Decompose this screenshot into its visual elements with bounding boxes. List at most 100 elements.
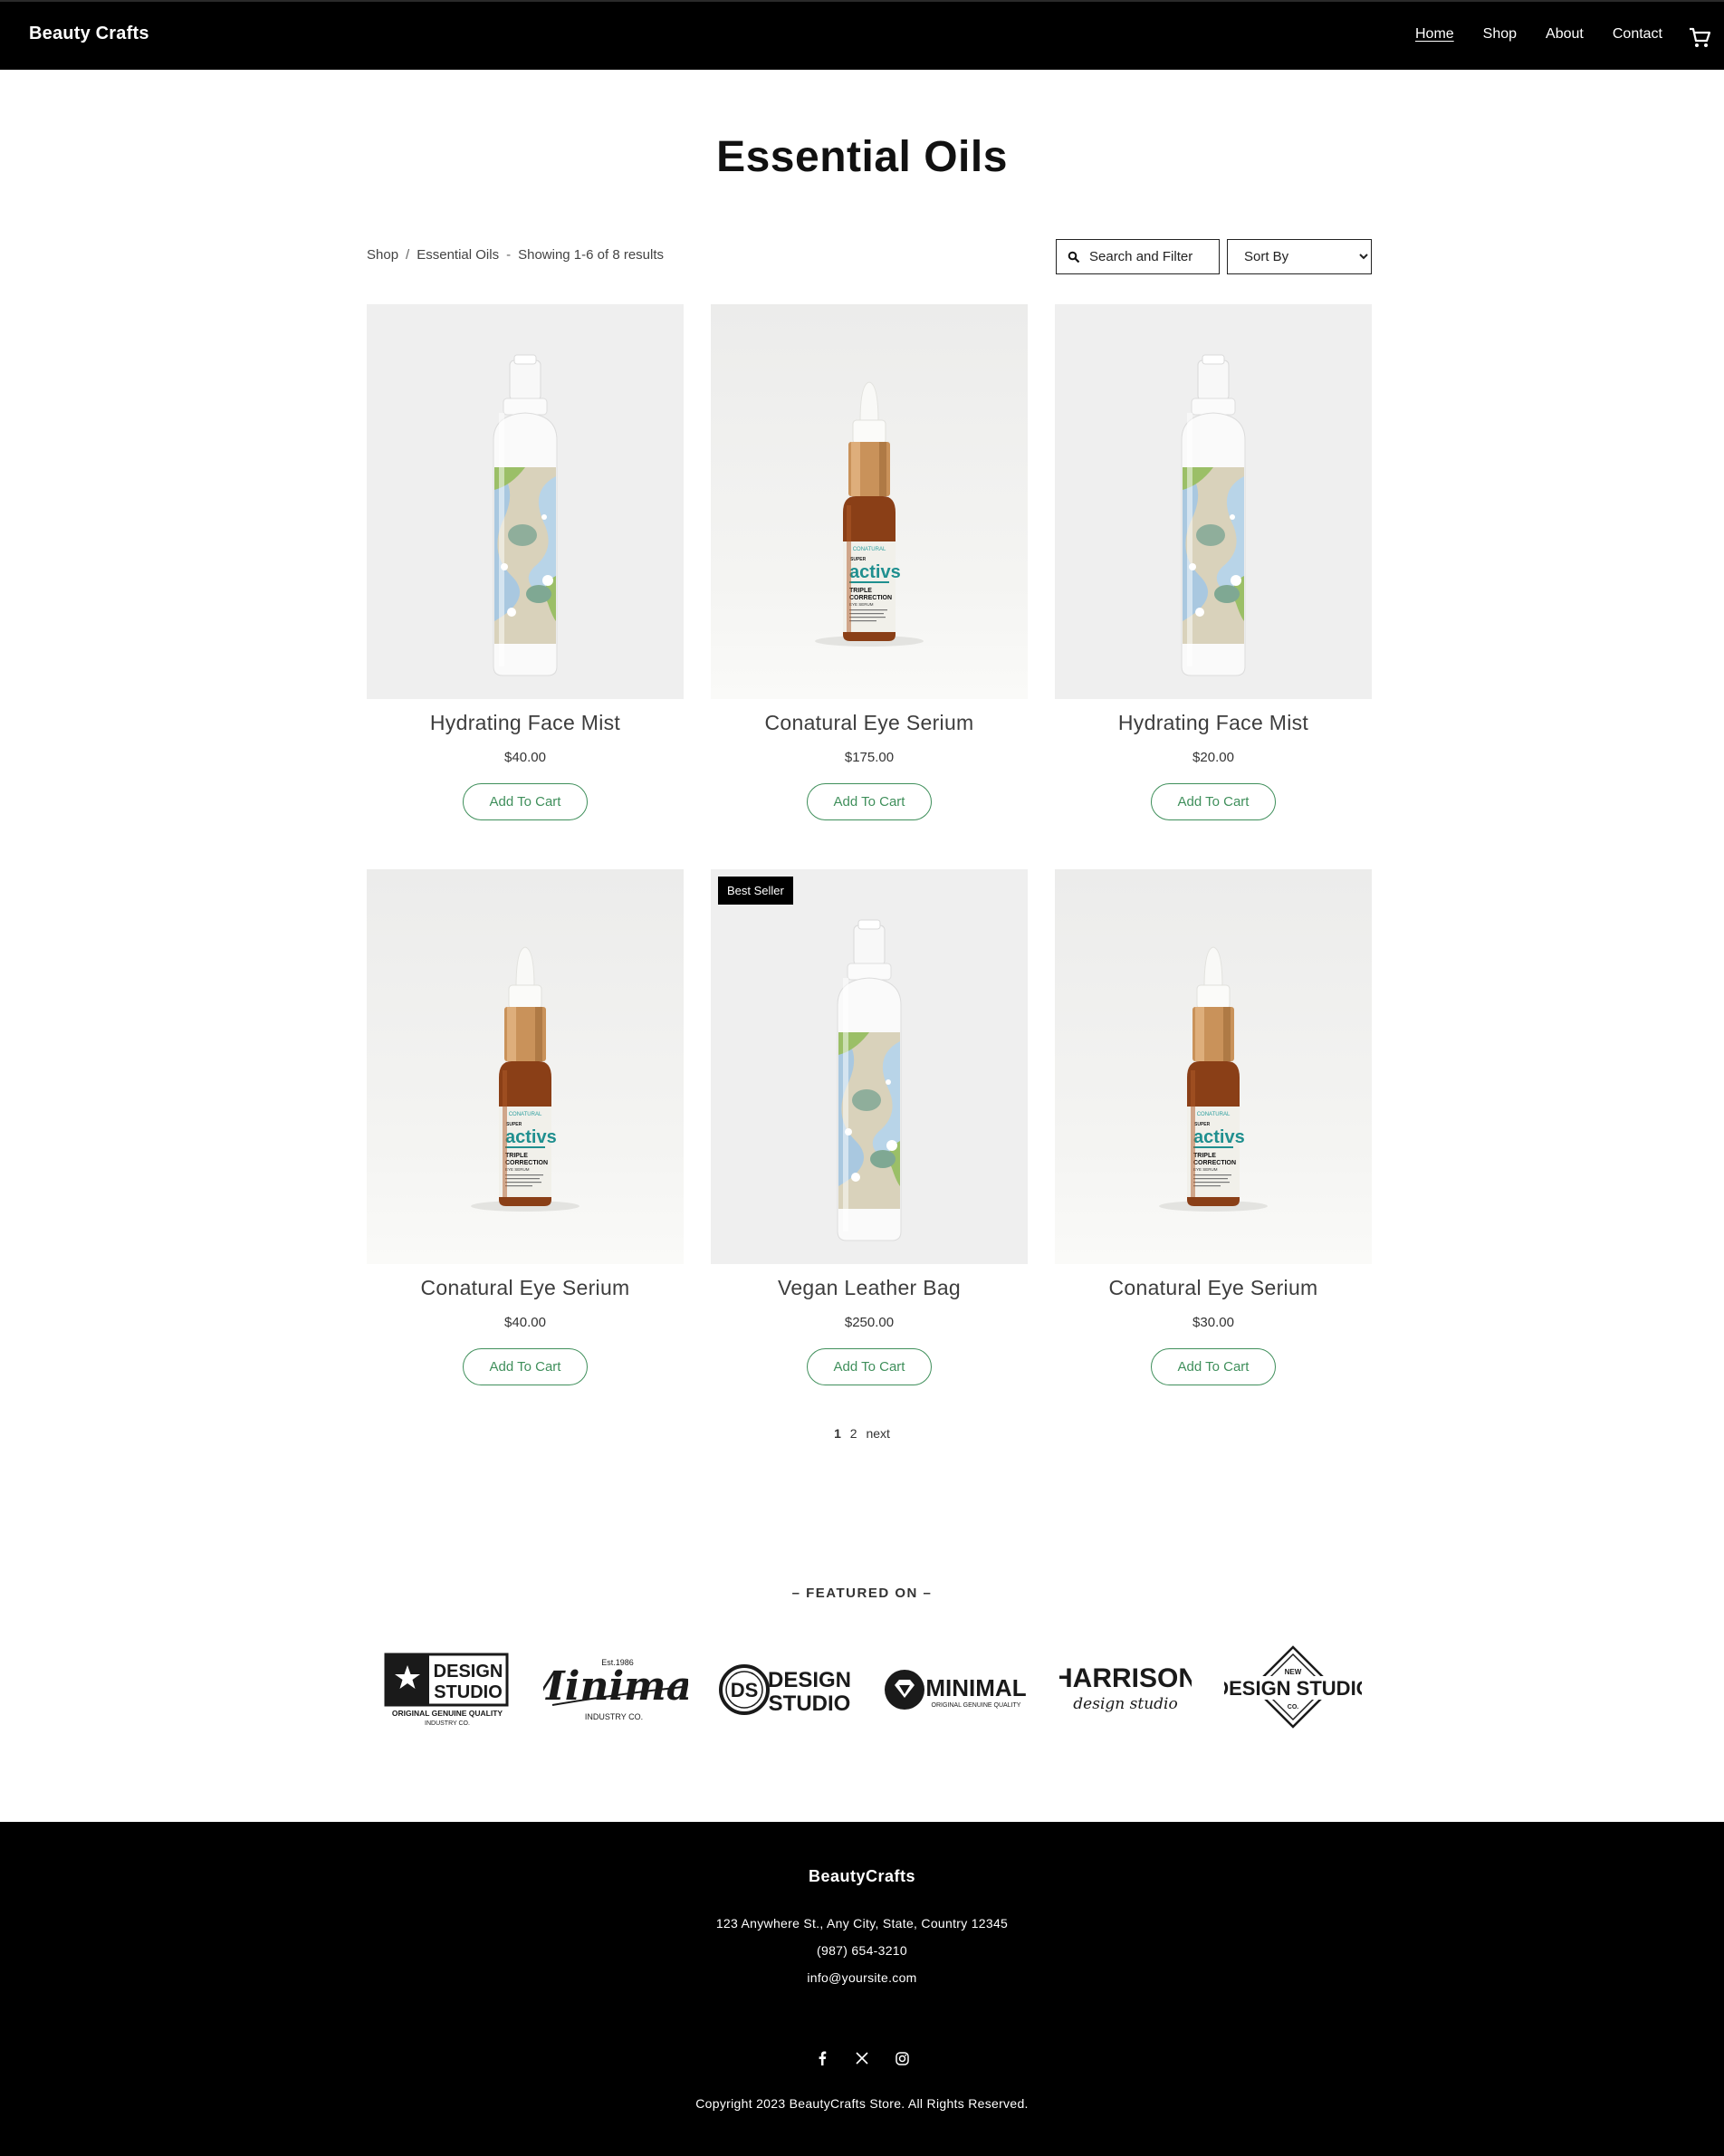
logo-text: HARRISON [1059, 1663, 1192, 1693]
logo-text: MINIMAL [925, 1674, 1026, 1701]
page-1-link[interactable]: 1 [834, 1426, 841, 1441]
bottle-label-product: activs [849, 562, 901, 582]
product-image: CONATURALSUPERactivsTRIPLECORRECTIONEYE … [471, 946, 579, 1212]
search-filter-button[interactable]: Search and Filter [1056, 239, 1220, 274]
main-nav: Home Shop About Contact [1415, 26, 1662, 43]
product-price: $40.00 [504, 1315, 546, 1330]
logo-subtext: ORIGINAL GENUINE QUALITY [932, 1702, 1021, 1709]
ds-design-studio-logo: DS DESIGN STUDIO [719, 1664, 850, 1716]
minimal-logo: Est.1986 Minimal INDUSTRY CO. [543, 1658, 688, 1721]
product-image [837, 919, 902, 1241]
product-image-frame[interactable] [367, 304, 684, 699]
sort-select[interactable]: Sort By [1227, 239, 1372, 274]
product-name[interactable]: Conatural Eye Serium [711, 711, 1028, 735]
product-image: CONATURALSUPERactivsTRIPLECORRECTIONEYE … [815, 381, 924, 647]
bottle-label-line1: TRIPLE [849, 588, 872, 594]
facebook-icon[interactable] [813, 2049, 831, 2067]
site-logo[interactable]: Beauty Crafts [29, 24, 149, 44]
design-studio-logo: DESIGN STUDIO ORIGINAL GENUINE QUALITY I… [384, 1653, 509, 1727]
minimal-diamond-logo: MINIMAL ORIGINAL GENUINE QUALITY [885, 1670, 1027, 1710]
shop-tools: Search and Filter Sort By [1056, 239, 1372, 274]
design-studio-diamond-logo: NEW DESIGN STUDIO CO. [1224, 1645, 1362, 1729]
product-card[interactable]: CONATURAL SUPER activs TRIPLE CORRECTION EYE … [1055, 869, 1372, 1434]
footer-phone[interactable]: (987) 654-3210 [0, 1943, 1724, 1958]
bottle-label-line2: CORRECTION [1193, 1160, 1236, 1166]
pagination: 1 2 next [0, 1426, 1724, 1441]
search-icon [1068, 251, 1080, 263]
bottle-label-brand: CONATURAL [1197, 1112, 1231, 1117]
breadcrumb-dash: - [506, 247, 512, 263]
product-name[interactable]: Hydrating Face Mist [367, 711, 684, 735]
product-image-frame[interactable]: CONATURAL SUPER activs TRIPLE CORRECTION EYE … [367, 869, 684, 1264]
logo-subtext: INDUSTRY CO. [425, 1720, 470, 1727]
logo-text: DS [731, 1679, 759, 1701]
product-price: $175.00 [844, 750, 895, 765]
product-price: $20.00 [1192, 750, 1234, 765]
page-2-link[interactable]: 2 [850, 1426, 857, 1441]
featured-logos: DESIGN STUDIO ORIGINAL GENUINE QUALITY I… [378, 1643, 1362, 1734]
product-price: $250.00 [844, 1315, 895, 1330]
instagram-icon[interactable] [893, 2049, 911, 2067]
bottle-label-product: activs [505, 1127, 557, 1147]
add-to-cart-button[interactable]: Add To Cart [1151, 783, 1276, 820]
product-name[interactable]: Conatural Eye Serium [1055, 1276, 1372, 1300]
product-name[interactable]: Vegan Leather Bag [711, 1276, 1028, 1300]
product-card[interactable]: Hydrating Face Mist $40.00 Add To Cart [367, 304, 684, 869]
logo-text: DESIGN STUDIO [1224, 1677, 1362, 1700]
best-seller-badge: Best Seller [718, 877, 793, 905]
breadcrumb-current: Essential Oils [417, 247, 500, 263]
breadcrumb-separator: / [406, 247, 410, 263]
bottle-label-product: activs [1193, 1127, 1245, 1147]
footer-email[interactable]: info@yoursite.com [0, 1970, 1724, 1985]
product-name[interactable]: Hydrating Face Mist [1055, 711, 1372, 735]
footer-brand: BeautyCrafts [808, 1867, 916, 1885]
breadcrumb: Shop / Essential Oils - Showing 1-6 of 8… [367, 247, 664, 263]
next-page-link[interactable]: next [866, 1426, 889, 1441]
breadcrumb-shop[interactable]: Shop [367, 247, 398, 263]
logo-text: DESIGN [768, 1668, 850, 1692]
product-card[interactable]: CONATURAL SUPER activs TRIPLE CORRECTION EYE … [711, 304, 1028, 869]
bottle-label-brand: CONATURAL [853, 547, 886, 552]
bottle-label-line3: EYE SERUM [849, 602, 874, 607]
product-card[interactable]: Hydrating Face Mist $20.00 Add To Cart [1055, 304, 1372, 869]
nav-home[interactable]: Home [1415, 26, 1454, 43]
add-to-cart-button[interactable]: Add To Cart [463, 1348, 588, 1385]
product-card[interactable]: Best Seller Vegan Leather Bag $250.00 Add T… [711, 869, 1028, 1434]
cart-icon[interactable] [1686, 24, 1713, 51]
product-card[interactable]: CONATURAL SUPER activs TRIPLE CORRECTION EYE … [367, 869, 684, 1434]
product-image-frame[interactable]: CONATURAL SUPER activs TRIPLE CORRECTION EYE … [1055, 869, 1372, 1264]
bottle-label-line1: TRIPLE [1193, 1153, 1216, 1159]
product-image [493, 354, 558, 676]
x-icon[interactable] [853, 2049, 871, 2067]
logo-subtext: INDUSTRY CO. [585, 1712, 643, 1721]
nav-shop[interactable]: Shop [1483, 26, 1517, 43]
footer-address: 123 Anywhere St., Any City, State, Count… [715, 1916, 1009, 1931]
product-name[interactable]: Conatural Eye Serium [367, 1276, 684, 1300]
logo-subtext: NEW [1285, 1668, 1302, 1676]
logo-subtext: ORIGINAL GENUINE QUALITY [392, 1709, 503, 1718]
harrison-logo: HARRISON design studio [1059, 1663, 1192, 1713]
bottle-label-line1: TRIPLE [505, 1153, 528, 1159]
site-footer: BeautyCrafts 123 Anywhere St., Any City,… [0, 1822, 1724, 2156]
social-links [0, 2049, 1724, 2067]
add-to-cart-button[interactable]: Add To Cart [463, 783, 588, 820]
product-image-frame[interactable]: Best Seller [711, 869, 1028, 1264]
search-filter-label: Search and Filter [1089, 249, 1193, 264]
logo-subtext: CO. [1288, 1704, 1299, 1710]
product-image-frame[interactable]: CONATURAL SUPER activs TRIPLE CORRECTION EYE … [711, 304, 1028, 699]
add-to-cart-button[interactable]: Add To Cart [1151, 1348, 1276, 1385]
nav-about[interactable]: About [1546, 26, 1584, 43]
nav-contact[interactable]: Contact [1613, 26, 1662, 43]
product-price: $40.00 [504, 750, 546, 765]
featured-title: – FEATURED ON – [791, 1586, 933, 1601]
product-image-frame[interactable] [1055, 304, 1372, 699]
logo-subtext: design studio [1073, 1695, 1177, 1713]
product-image: CONATURALSUPERactivsTRIPLECORRECTIONEYE … [1159, 946, 1268, 1212]
add-to-cart-button[interactable]: Add To Cart [807, 1348, 932, 1385]
copyright: Copyright 2023 BeautyCrafts Store. All R… [695, 2096, 1029, 2111]
bottle-label-line3: EYE SERUM [505, 1167, 530, 1172]
bottle-label-brand: CONATURAL [509, 1112, 542, 1117]
logo-text: STUDIO [434, 1682, 503, 1702]
add-to-cart-button[interactable]: Add To Cart [807, 783, 932, 820]
product-grid: Hydrating Face Mist $40.00 Add To Cart CONA… [367, 304, 1372, 1434]
